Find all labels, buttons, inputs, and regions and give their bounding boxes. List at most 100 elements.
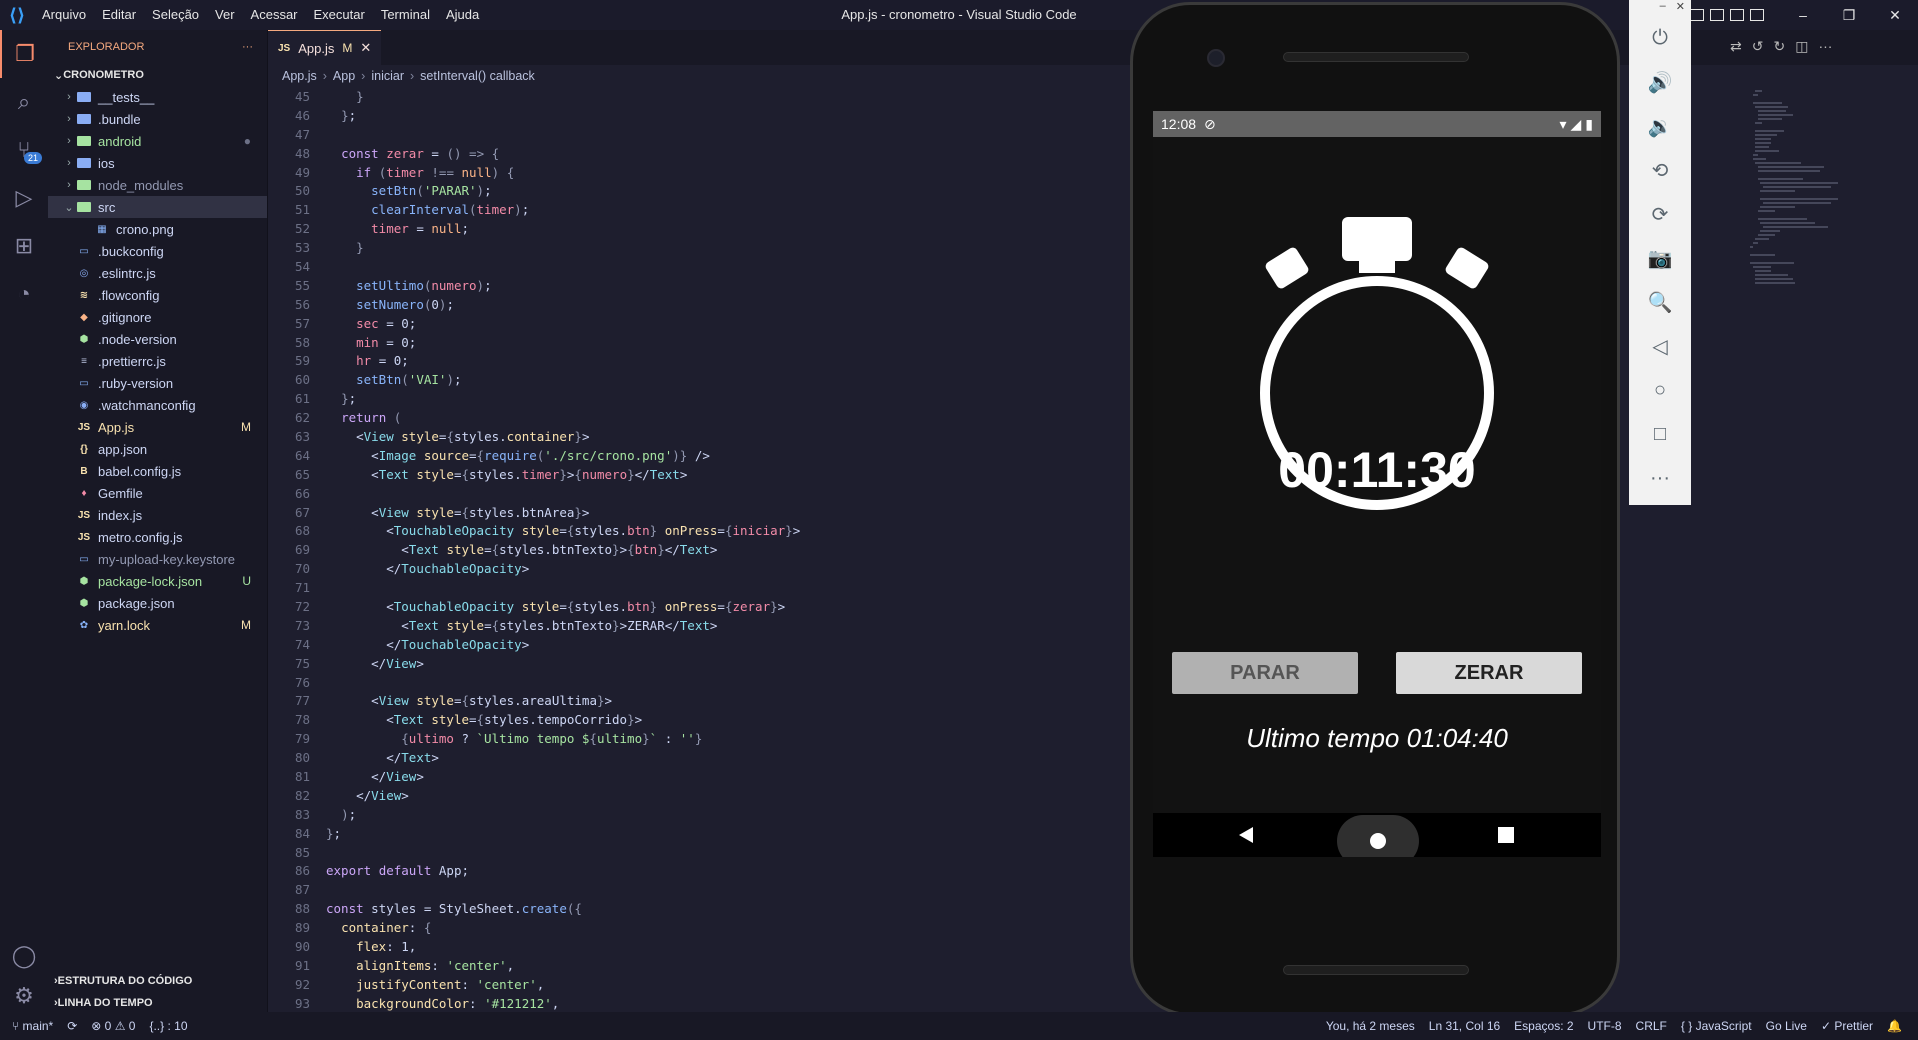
code-line[interactable]: 47	[268, 125, 1128, 144]
breadcrumb-file[interactable]: App.js	[282, 69, 317, 83]
code-line[interactable]: 61 };	[268, 389, 1128, 408]
toggle-secondary-sidebar-icon[interactable]	[1730, 9, 1744, 21]
explorer-icon[interactable]: ❐	[0, 30, 48, 78]
code-line[interactable]: 53 }	[268, 238, 1128, 257]
file-item[interactable]: ◆ .gitignore	[48, 306, 267, 328]
cursor-position[interactable]: Ln 31, Col 16	[1429, 1019, 1500, 1033]
file-item[interactable]: ◎ .eslintrc.js	[48, 262, 267, 284]
file-item[interactable]: ▭ .ruby-version	[48, 372, 267, 394]
menu-item-terminal[interactable]: Terminal	[373, 0, 438, 30]
breadcrumb-symbol-iniciar[interactable]: iniciar	[371, 69, 404, 83]
nav-recents-icon[interactable]	[1498, 827, 1514, 843]
file-item[interactable]: ⬢ .node-version	[48, 328, 267, 350]
code-line[interactable]: 64 <Image source={require('./src/crono.p…	[268, 446, 1128, 465]
folder-item[interactable]: › ios	[48, 152, 267, 174]
menu-item-executar[interactable]: Executar	[306, 0, 373, 30]
menu-item-ajuda[interactable]: Ajuda	[438, 0, 487, 30]
breadcrumb-symbol-app[interactable]: App	[333, 69, 355, 83]
code-line[interactable]: 89 container: {	[268, 918, 1128, 937]
more-icon[interactable]: ···	[1629, 456, 1691, 500]
close-window-button[interactable]: ✕	[1872, 0, 1918, 30]
file-item[interactable]: ▭ my-upload-key.keystore	[48, 548, 267, 570]
file-item[interactable]: ⬢ package.json	[48, 592, 267, 614]
selection-indicator[interactable]: {..} : 10	[149, 1019, 187, 1033]
rotate-right-icon[interactable]: ⟳	[1629, 192, 1691, 236]
file-item[interactable]: ◉ .watchmanconfig	[48, 394, 267, 416]
minimize-button[interactable]: –	[1780, 0, 1826, 30]
toggle-panel-icon[interactable]	[1710, 9, 1724, 21]
code-line[interactable]: 85	[268, 843, 1128, 862]
file-item[interactable]: JS index.js	[48, 504, 267, 526]
breadcrumb-symbol-callback[interactable]: setInterval() callback	[420, 69, 535, 83]
code-line[interactable]: 48 const zerar = () => {	[268, 144, 1128, 163]
code-line[interactable]: 92 justifyContent: 'center',	[268, 975, 1128, 994]
maximize-button[interactable]: ❐	[1826, 0, 1872, 30]
file-item[interactable]: ♦ Gemfile	[48, 482, 267, 504]
folder-item[interactable]: › __tests__	[48, 86, 267, 108]
code-line[interactable]: 76	[268, 673, 1128, 692]
code-line[interactable]: 58 min = 0;	[268, 333, 1128, 352]
emulator-minimize-button[interactable]: –	[1660, 0, 1666, 16]
folder-item[interactable]: › .bundle	[48, 108, 267, 130]
menu-item-editar[interactable]: Editar	[94, 0, 144, 30]
emulator-close-button[interactable]: ✕	[1676, 0, 1685, 16]
more-actions-icon[interactable]: ···	[1818, 38, 1832, 55]
compare-icon[interactable]: ⇄	[1730, 38, 1742, 55]
volume-down-icon[interactable]: 🔉	[1629, 104, 1691, 148]
go-forward-icon[interactable]: ↻	[1773, 38, 1785, 55]
zoom-icon[interactable]: 🔍	[1629, 280, 1691, 324]
code-line[interactable]: 86 export default App;	[268, 862, 1128, 881]
file-item[interactable]: ✿ yarn.lock M	[48, 614, 267, 636]
minimap[interactable]	[1750, 90, 1839, 330]
folder-item[interactable]: › node_modules	[48, 174, 267, 196]
sync-button[interactable]: ⟳	[67, 1019, 77, 1033]
customize-layout-icon[interactable]	[1750, 9, 1764, 21]
folder-item[interactable]: ⌄ src	[48, 196, 267, 218]
code-line[interactable]: 74 </TouchableOpacity>	[268, 635, 1128, 654]
file-item[interactable]: ▦ crono.png	[48, 218, 267, 240]
code-line[interactable]: 46 };	[268, 106, 1128, 125]
code-line[interactable]: 63 <View style={styles.container}>	[268, 427, 1128, 446]
code-line[interactable]: 59 hr = 0;	[268, 351, 1128, 370]
menu-item-ver[interactable]: Ver	[207, 0, 243, 30]
code-line[interactable]: 75 </View>	[268, 654, 1128, 673]
menu-item-acessar[interactable]: Acessar	[243, 0, 306, 30]
code-line[interactable]: 45 }	[268, 87, 1128, 106]
code-line[interactable]: 51 clearInterval(timer);	[268, 200, 1128, 219]
notifications-bell-icon[interactable]: 🔔	[1887, 1019, 1902, 1033]
line-ending[interactable]: CRLF	[1636, 1019, 1667, 1033]
file-item[interactable]: ≋ .flowconfig	[48, 284, 267, 306]
code-line[interactable]: 90 flex: 1,	[268, 937, 1128, 956]
rotate-left-icon[interactable]: ⟲	[1629, 148, 1691, 192]
code-line[interactable]: 56 setNumero(0);	[268, 295, 1128, 314]
code-line[interactable]: 78 <Text style={styles.tempoCorrido}>	[268, 710, 1128, 729]
folder-item[interactable]: › android ●	[48, 130, 267, 152]
code-line[interactable]: 93 backgroundColor: '#121212',	[268, 994, 1128, 1013]
code-line[interactable]: 65 <Text style={styles.timer}>{numero}</…	[268, 465, 1128, 484]
code-line[interactable]: 84};	[268, 824, 1128, 843]
language-mode[interactable]: { } JavaScript	[1681, 1019, 1752, 1033]
problems-indicator[interactable]: ⊗ 0 ⚠ 0	[91, 1019, 135, 1033]
explorer-more-button[interactable]: ···	[242, 41, 253, 53]
project-section[interactable]: ⌄ CRONOMETRO	[48, 64, 267, 86]
tab-close-icon[interactable]: ✕	[360, 40, 371, 56]
split-editor-icon[interactable]: ◫	[1795, 38, 1808, 55]
volume-up-icon[interactable]: 🔊	[1629, 60, 1691, 104]
code-line[interactable]: 72 <TouchableOpacity style={styles.btn} …	[268, 597, 1128, 616]
code-line[interactable]: 70 </TouchableOpacity>	[268, 559, 1128, 578]
code-line[interactable]: 82 </View>	[268, 786, 1128, 805]
indentation[interactable]: Espaços: 2	[1514, 1019, 1573, 1033]
search-icon[interactable]: ⌕	[0, 78, 48, 126]
overview-icon[interactable]: □	[1629, 412, 1691, 456]
parar-button[interactable]: PARAR	[1172, 652, 1358, 694]
code-line[interactable]: 79 {ultimo ? `Ultimo tempo ${ultimo}` : …	[268, 729, 1128, 748]
code-line[interactable]: 68 <TouchableOpacity style={styles.btn} …	[268, 521, 1128, 540]
code-line[interactable]: 80 </Text>	[268, 748, 1128, 767]
timeline-section[interactable]: › LINHA DO TEMPO	[48, 992, 268, 1014]
encoding[interactable]: UTF-8	[1588, 1019, 1622, 1033]
code-editor[interactable]: 45 } 46 }; 47 48 const zerar = () => {49 if…	[268, 87, 1128, 1013]
code-line[interactable]: 57 sec = 0;	[268, 314, 1128, 333]
run-debug-icon[interactable]: ▷	[0, 174, 48, 222]
git-blame[interactable]: You, há 2 meses	[1326, 1019, 1415, 1033]
prettier-status[interactable]: ✓ Prettier	[1821, 1019, 1873, 1033]
